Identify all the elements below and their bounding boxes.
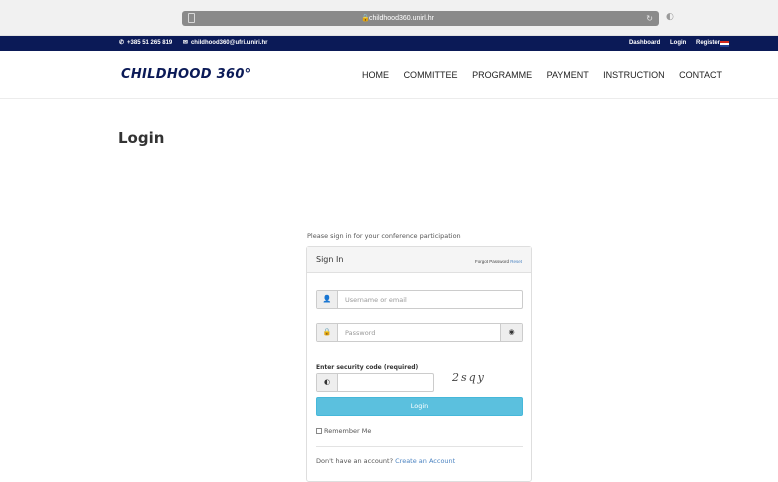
nav-committee[interactable]: COMMITTEE [404, 70, 458, 80]
url-text[interactable]: childhood360.unirl.hr [369, 12, 434, 25]
register-link[interactable]: Register [696, 40, 720, 46]
security-code-input[interactable] [339, 374, 433, 391]
tab-overview-icon[interactable] [188, 13, 195, 23]
username-group: 👤 [316, 290, 523, 309]
nav-home[interactable]: HOME [362, 70, 389, 80]
address-bar[interactable]: 🔒 childhood360.unirl.hr ↻ [182, 11, 659, 26]
croatian-flag-icon[interactable] [720, 41, 729, 47]
nav-instruction[interactable]: INSTRUCTION [603, 70, 665, 80]
site-header: CHILDHOOD 360° HOME COMMITTEE PROGRAMME … [0, 51, 778, 99]
dashboard-link[interactable]: Dashboard [629, 40, 660, 46]
password-input[interactable] [339, 324, 501, 341]
forgot-password-label: Forgot Password [474, 259, 509, 264]
nav-payment[interactable]: PAYMENT [547, 70, 589, 80]
login-intro-text: Please sign in for your conference parti… [307, 232, 461, 240]
email-icon: ✉ [182, 40, 188, 46]
security-code-label: Enter security code (required) [316, 364, 419, 371]
eye-icon[interactable]: ◉ [500, 324, 522, 341]
reset-link[interactable]: Reset [510, 259, 522, 264]
phone-number[interactable]: +385 51 265 819 [127, 40, 172, 46]
security-code-group: ◐ [316, 373, 434, 392]
main-nav: HOME COMMITTEE PROGRAMME PAYMENT INSTRUC… [350, 70, 722, 80]
remember-me-label: Remember Me [324, 427, 372, 435]
login-panel: Sign In Forgot Password Reset 👤 🔒 ◉ Ente… [306, 246, 532, 482]
contact-info: ✆ +385 51 265 819 ✉ childhood360@ufri.unir… [119, 36, 270, 51]
reload-icon[interactable]: ↻ [646, 12, 653, 25]
remember-me-checkbox[interactable] [316, 428, 322, 434]
user-icon: 👤 [317, 291, 338, 308]
lock-icon: 🔒 [317, 324, 338, 341]
login-button[interactable]: Login [316, 397, 523, 416]
captcha-image: 2sqy [452, 371, 486, 384]
page-title: Login [118, 129, 165, 147]
create-account-link[interactable]: Create an Account [395, 457, 455, 465]
password-group: 🔒 ◉ [316, 323, 523, 342]
browser-toolbar: 🔒 childhood360.unirl.hr ↻ ◐ [0, 0, 778, 36]
email-address[interactable]: childhood360@ufri.uniri.hr [191, 40, 268, 46]
nav-contact[interactable]: CONTACT [679, 70, 722, 80]
phone-icon: ✆ [119, 40, 125, 46]
shield-icon: ◐ [317, 374, 338, 391]
divider [316, 446, 523, 447]
login-link[interactable]: Login [670, 40, 686, 46]
login-panel-header: Sign In Forgot Password Reset [307, 247, 531, 273]
shield-icon[interactable]: ◐ [666, 12, 674, 22]
no-account-text: Don't have an account? [316, 457, 394, 465]
site-logo[interactable]: CHILDHOOD 360° [121, 67, 251, 82]
username-input[interactable] [339, 291, 523, 308]
panel-title: Sign In [316, 255, 344, 264]
top-info-bar: ✆ +385 51 265 819 ✉ childhood360@ufri.unir… [0, 36, 778, 51]
account-links: Dashboard Login Register [621, 36, 720, 51]
remember-me[interactable]: Remember Me [316, 427, 371, 435]
nav-programme[interactable]: PROGRAMME [472, 70, 532, 80]
forgot-password: Forgot Password Reset [475, 259, 522, 264]
no-account-row: Don't have an account? Create an Account [316, 457, 455, 465]
